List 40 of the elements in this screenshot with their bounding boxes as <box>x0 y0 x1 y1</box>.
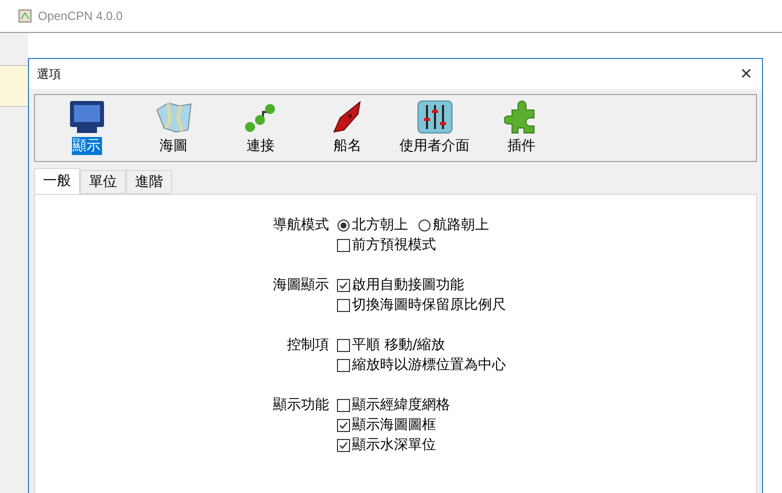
checkbox[interactable] <box>337 298 350 312</box>
toolbar-item[interactable]: 顯示 <box>72 137 102 155</box>
option-label: 航路朝上 <box>433 216 489 234</box>
group-label: 導航模式 <box>272 216 330 235</box>
toolbar-item[interactable]: 連接 <box>246 137 276 155</box>
toolbar-item[interactable]: 插件 <box>506 137 536 155</box>
checkbox[interactable] <box>337 398 350 412</box>
checkbox[interactable] <box>337 238 350 252</box>
checkbox[interactable] <box>337 438 350 452</box>
sliders-icon <box>416 100 452 134</box>
option-label: 縮放時以游標位置為中心 <box>352 356 506 374</box>
checkbox[interactable] <box>337 418 350 432</box>
close-button[interactable]: × <box>736 64 756 84</box>
toolbar-item[interactable]: 使用者介面 <box>398 137 470 155</box>
radio-button[interactable] <box>418 218 431 232</box>
monitor-icon <box>68 100 104 134</box>
checkbox[interactable] <box>337 338 350 352</box>
window-title: OpenCPN 4.0.0 <box>38 9 123 23</box>
dialog-title: 選項 <box>37 66 61 82</box>
group-label: 控制項 <box>286 336 330 355</box>
group-label: 海圖顯示 <box>272 276 330 295</box>
option-label: 北方朝上 <box>352 216 408 234</box>
checkbox[interactable] <box>337 278 350 292</box>
option-label: 顯示經緯度網格 <box>352 396 450 414</box>
option-label: 前方預視模式 <box>352 236 436 254</box>
tab[interactable]: 一般 <box>34 168 80 194</box>
option-label: 切換海圖時保留原比例尺 <box>352 296 506 314</box>
group-label: 顯示功能 <box>272 396 330 415</box>
checkbox[interactable] <box>337 358 350 372</box>
option-label: 顯示水深單位 <box>352 436 436 454</box>
option-label: 顯示海圖圖框 <box>352 416 436 434</box>
option-label: 啟用自動接圖功能 <box>352 276 464 294</box>
toolbar-item[interactable]: 海圖 <box>158 137 188 155</box>
tab[interactable]: 單位 <box>80 170 126 194</box>
map-icon <box>154 100 194 134</box>
toolbar-item[interactable]: 船名 <box>332 137 362 155</box>
option-label: 平順 移動/縮放 <box>352 336 446 354</box>
tab[interactable]: 進階 <box>126 170 172 194</box>
radio-button[interactable] <box>337 218 350 232</box>
app-icon <box>18 9 32 23</box>
